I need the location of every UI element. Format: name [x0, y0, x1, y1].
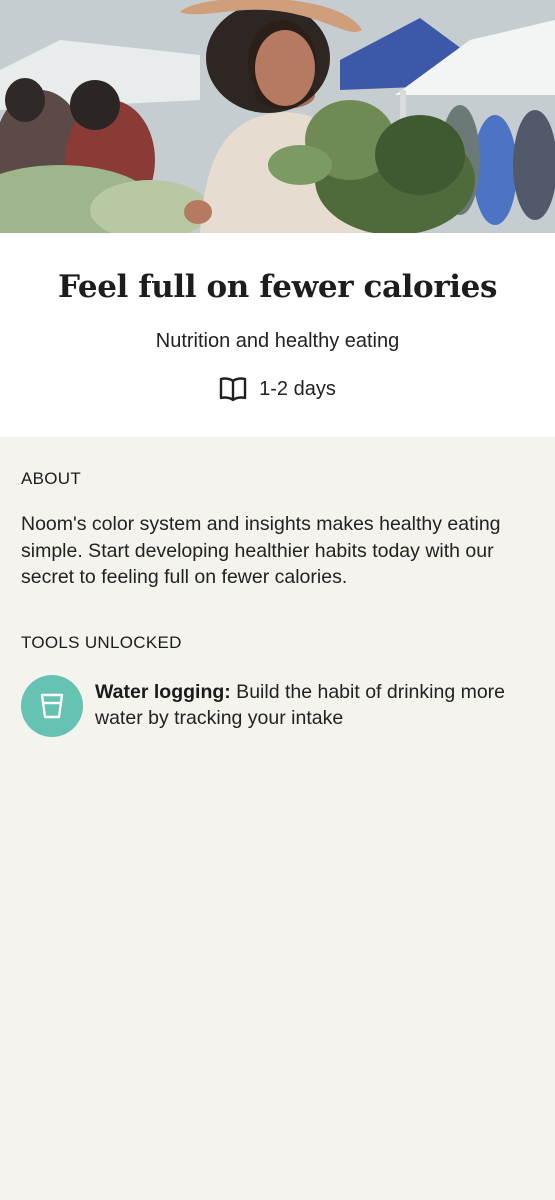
tool-name: Water logging:	[95, 680, 231, 703]
program-category: Nutrition and healthy eating	[155, 330, 400, 352]
program-duration: 1-2 days	[0, 376, 555, 402]
farmers-market-illustration	[0, 0, 555, 233]
duration-label: 1-2 days	[259, 378, 336, 400]
water-glass-icon	[21, 674, 83, 737]
about-heading: ABOUT	[21, 469, 82, 488]
program-title: Feel full on fewer calories	[57, 269, 498, 305]
program-header: Feel full on fewer calories Nutrition an…	[0, 233, 555, 437]
tools-unlocked-heading: TOOLS UNLOCKED	[21, 632, 182, 652]
about-description: Noom's color system and insights makes h…	[21, 513, 501, 588]
tool-item-water-logging: Water logging: Build the habit of drinki…	[21, 674, 534, 737]
program-details: ABOUT Noom's color system and insights m…	[0, 437, 555, 737]
hero-image	[0, 0, 555, 233]
tool-description-block: Water logging: Build the habit of drinki…	[95, 675, 534, 732]
book-open-icon	[219, 376, 247, 402]
